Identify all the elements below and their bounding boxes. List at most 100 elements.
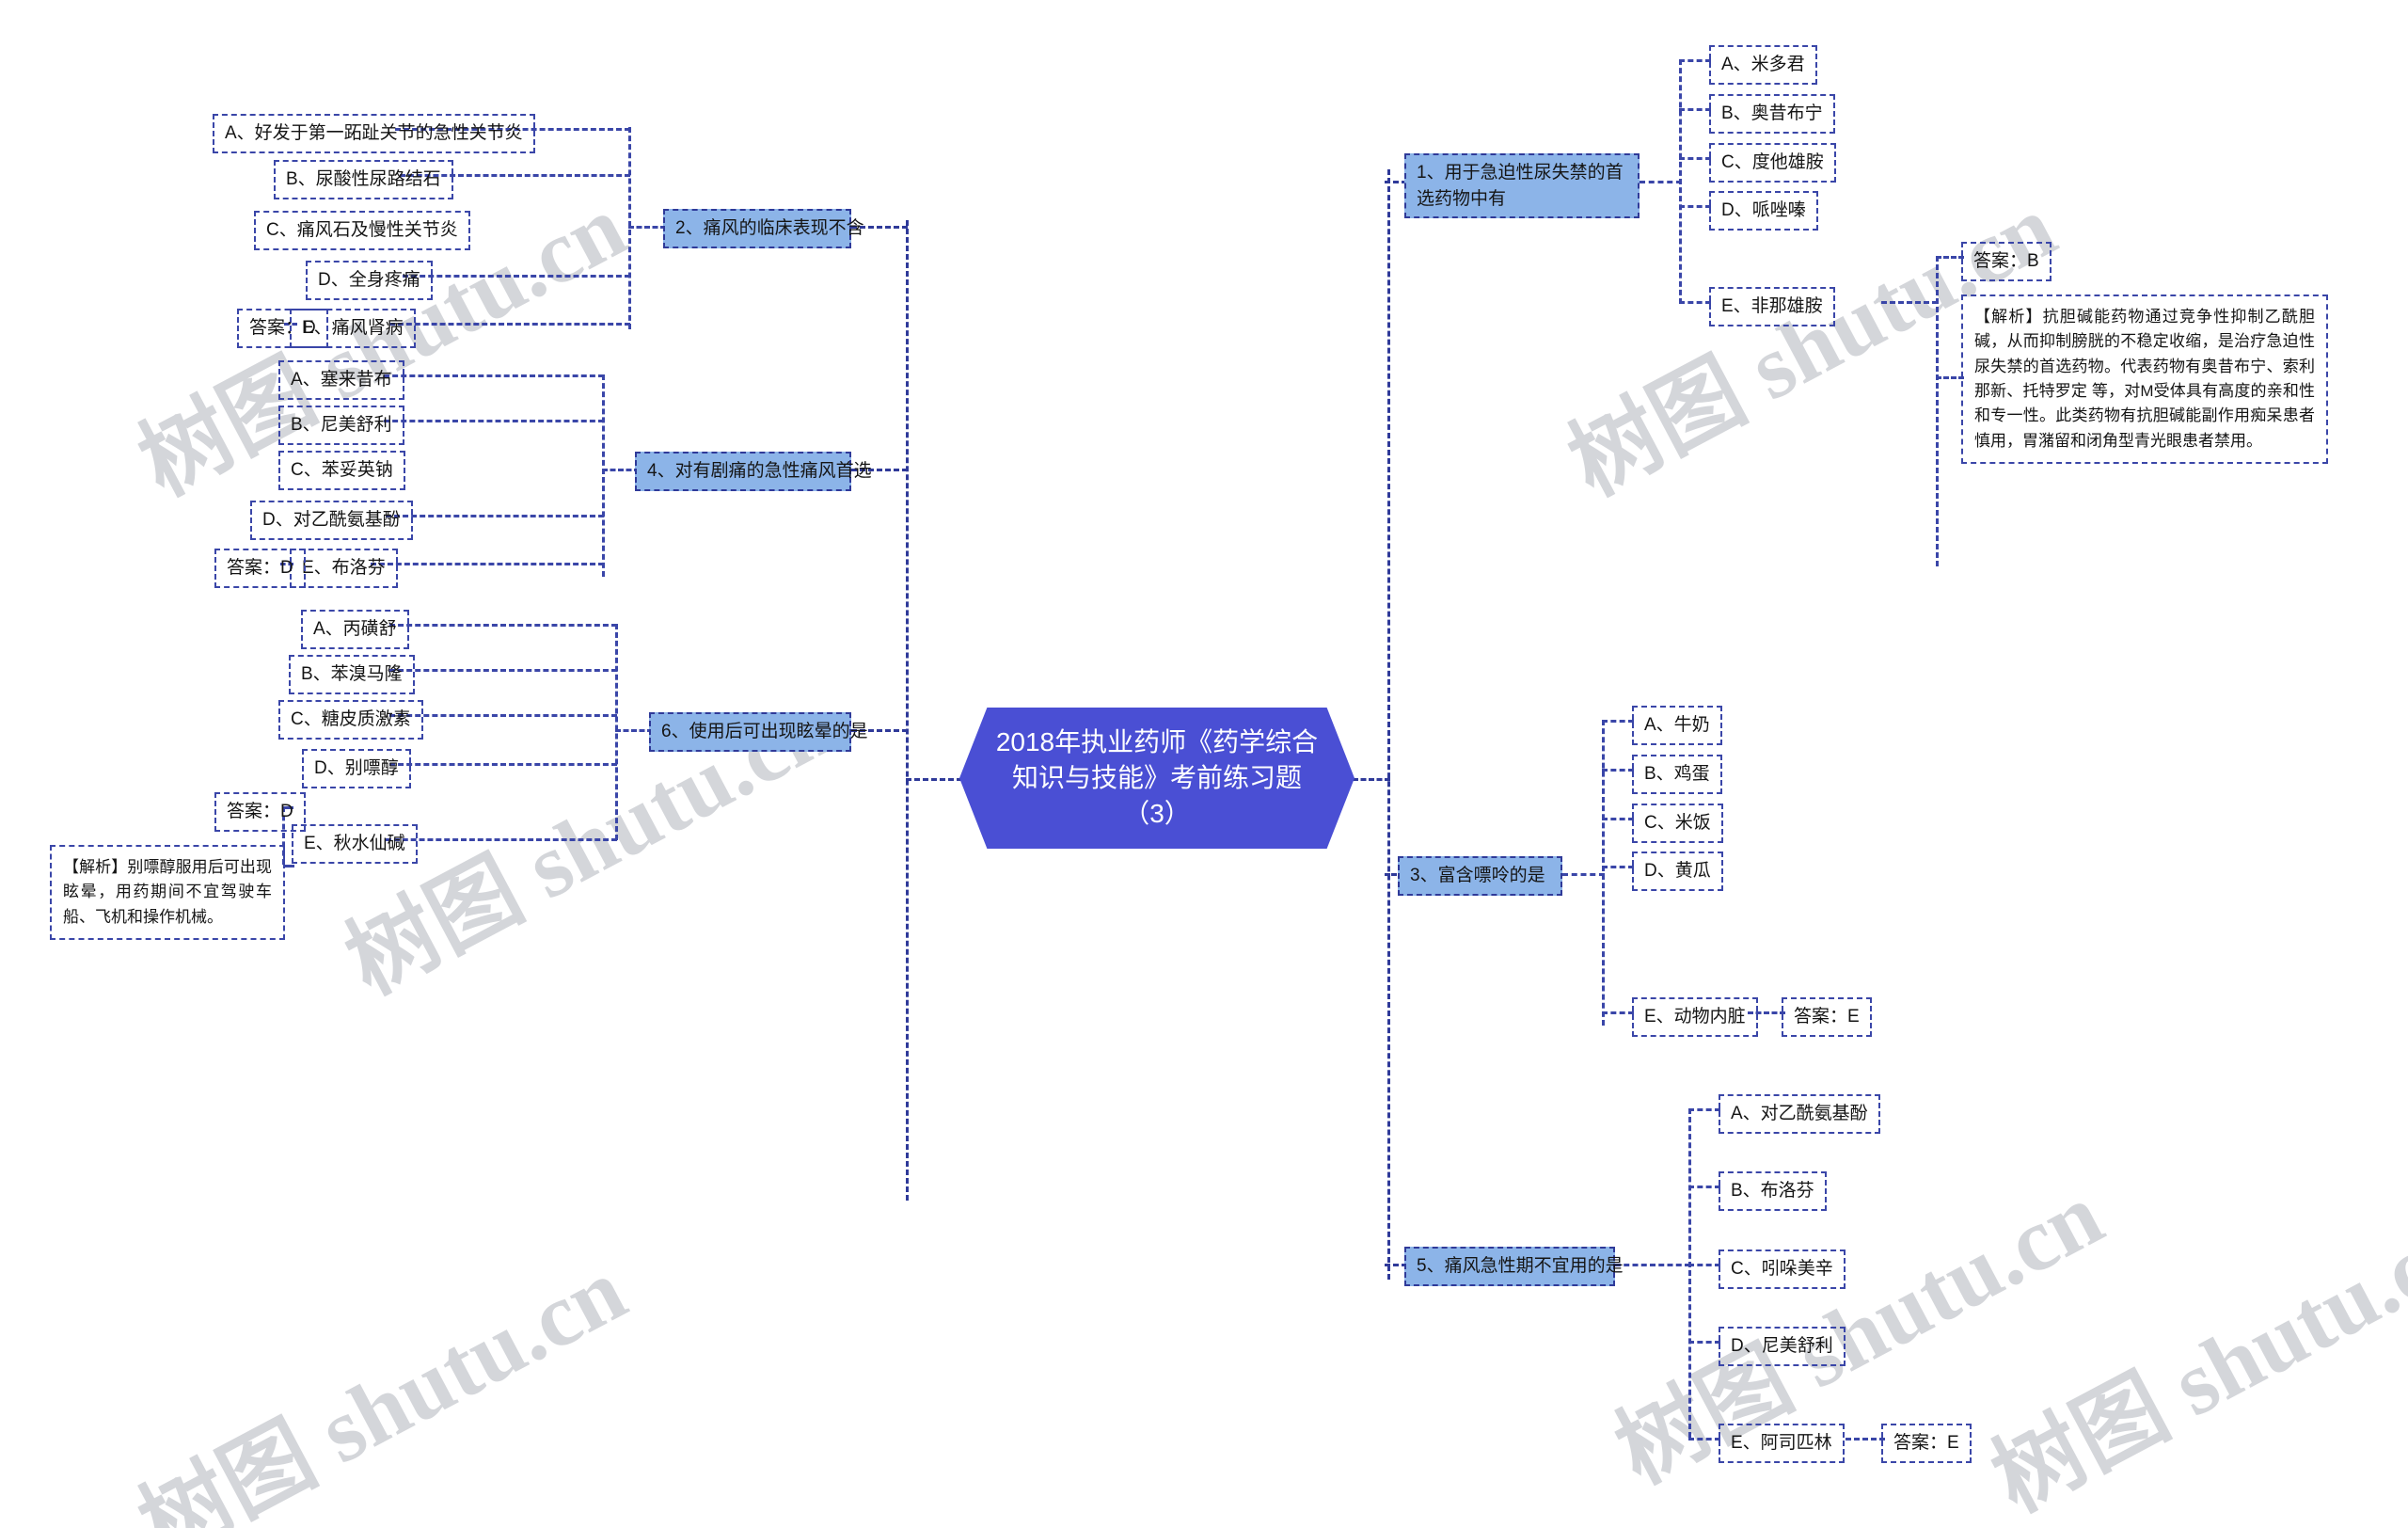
option-node-q4-e[interactable]: E、布洛芬	[290, 549, 398, 588]
option-node-q5-e[interactable]: E、阿司匹林	[1719, 1424, 1845, 1463]
option-node-q4-d[interactable]: D、对乙酰氨基酚	[250, 501, 413, 540]
mindmap-canvas: 树图 shutu.cn 树图 shutu.cn 树图 shutu.cn 树图 s…	[0, 0, 2408, 1528]
explanation-node-q1[interactable]: 【解析】抗胆碱能药物通过竞争性抑制乙酰胆碱，从而抑制膀胱的不稳定收缩，是治疗急迫…	[1961, 294, 2328, 465]
option-node-q3-d[interactable]: D、黄瓜	[1632, 852, 1723, 891]
connector-explanation-q1	[1936, 376, 1964, 379]
option-label: B、苯溴马隆	[301, 664, 403, 684]
option-node-q5-b[interactable]: B、布洛芬	[1719, 1171, 1827, 1211]
option-node-q6-b[interactable]: B、苯溴马隆	[289, 655, 415, 694]
central-topic[interactable]: 2018年执业药师《药学综合知识与技能》考前练习题（3）	[959, 708, 1354, 849]
option-label: D、尼美舒利	[1731, 1336, 1833, 1356]
option-label: D、黄瓜	[1644, 861, 1711, 881]
option-label: C、苯妥英钠	[291, 460, 393, 480]
explanation-text: 【解析】抗胆碱能药物通过竞争性抑制乙酰胆碱，从而抑制膀胱的不稳定收缩，是治疗急迫…	[1974, 308, 2315, 450]
option-label: A、丙磺舒	[313, 619, 397, 639]
question-node-q5[interactable]: 5、痛风急性期不宜用的是	[1404, 1247, 1624, 1286]
question-label-q4: 4、对有剧痛的急性痛风首选	[647, 461, 872, 481]
connector-opt	[389, 669, 617, 672]
option-node-q1-b[interactable]: B、奥昔布宁	[1709, 94, 1835, 134]
connector-opt	[389, 323, 630, 326]
connector-opt	[1679, 301, 1711, 304]
question-node-q3[interactable]: 3、富含嘌呤的是	[1398, 856, 1562, 896]
option-label: A、米多君	[1721, 55, 1805, 74]
option-node-q3-c[interactable]: C、米饭	[1632, 804, 1723, 843]
question-node-q2[interactable]: 2、痛风的临床表现不含	[663, 209, 864, 248]
option-label: C、度他雄胺	[1721, 152, 1824, 172]
connector-q1-answer-spine	[1881, 301, 1938, 304]
option-label: B、奥昔布宁	[1721, 103, 1823, 123]
connector-q3-optspine	[1562, 873, 1605, 876]
option-node-q2-c[interactable]: C、痛风石及慢性关节炎	[254, 211, 470, 250]
answer-node-q3[interactable]: 答案：E	[1782, 997, 1872, 1037]
connector-opt	[1679, 205, 1711, 208]
question-node-q1[interactable]: 1、用于急迫性尿失禁的首选药物中有	[1404, 153, 1640, 219]
option-node-q6-a[interactable]: A、丙磺舒	[301, 610, 409, 649]
option-node-q5-a[interactable]: A、对乙酰氨基酚	[1719, 1094, 1880, 1134]
option-label: A、好发于第一跖趾关节的急性关节炎	[225, 123, 523, 143]
answer-label: 答案：D	[227, 802, 293, 821]
option-node-q4-c[interactable]: C、苯妥英钠	[278, 451, 405, 490]
option-node-q4-a[interactable]: A、塞来昔布	[278, 360, 404, 400]
option-node-q1-c[interactable]: C、度他雄胺	[1709, 143, 1836, 183]
option-label: C、痛风石及慢性关节炎	[266, 220, 458, 240]
option-node-q4-b[interactable]: B、尼美舒利	[278, 406, 404, 445]
connector-opt	[386, 838, 617, 841]
central-right-stub	[1353, 778, 1390, 781]
answer-label: 答案：E	[1794, 1007, 1860, 1027]
watermark: 树图 shutu.cn	[1600, 1163, 2118, 1503]
option-node-q1-d[interactable]: D、哌唑嗪	[1709, 191, 1818, 231]
central-left-stub	[906, 778, 962, 781]
connector-q5-optspine	[1615, 1264, 1690, 1266]
explanation-text: 【解析】别嘌醇服用后可出现眩晕，用药期间不宜驾驶车船、飞机和操作机械。	[63, 858, 272, 926]
connector-q2-optspine	[628, 226, 666, 229]
question-label-q5: 5、痛风急性期不宜用的是	[1417, 1256, 1624, 1276]
option-spine-q4	[602, 374, 605, 577]
option-label: B、尿酸性尿路结石	[286, 169, 441, 189]
connector-opt	[1679, 108, 1711, 111]
connector-opt	[1688, 1341, 1720, 1344]
option-node-q3-a[interactable]: A、牛奶	[1632, 706, 1722, 745]
option-node-q2-b[interactable]: B、尿酸性尿路结石	[274, 160, 453, 199]
option-node-q1-e[interactable]: E、非那雄胺	[1709, 287, 1835, 326]
connector-answer-q5	[1846, 1438, 1885, 1440]
option-label: B、布洛芬	[1731, 1181, 1814, 1201]
option-node-q6-e[interactable]: E、秋水仙碱	[292, 824, 418, 864]
option-node-q1-a[interactable]: A、米多君	[1709, 45, 1817, 85]
connector-opt	[1679, 157, 1711, 160]
connector-opt	[1688, 1108, 1720, 1111]
question-node-q4[interactable]: 4、对有剧痛的急性痛风首选	[635, 452, 872, 491]
option-label: C、糖皮质激素	[291, 709, 411, 729]
answer-node-q1[interactable]: 答案：B	[1961, 242, 2052, 281]
connector-opt	[389, 763, 617, 766]
option-label: A、塞来昔布	[291, 370, 392, 390]
option-node-q3-e[interactable]: E、动物内脏	[1632, 997, 1758, 1037]
answer-node-q5[interactable]: 答案：E	[1881, 1424, 1972, 1463]
answer-node-q4[interactable]: 答案：D	[214, 549, 306, 588]
explanation-node-q6[interactable]: 【解析】别嘌醇服用后可出现眩晕，用药期间不宜驾驶车船、飞机和操作机械。	[50, 845, 285, 941]
connector-q6-optspine	[615, 729, 653, 732]
connector-opt	[389, 624, 617, 627]
connector-opt	[403, 275, 630, 278]
option-node-q2-a[interactable]: A、好发于第一跖趾关节的急性关节炎	[213, 114, 535, 153]
option-node-q6-c[interactable]: C、糖皮质激素	[278, 700, 423, 740]
option-label: E、阿司匹林	[1731, 1433, 1832, 1453]
option-node-q5-d[interactable]: D、尼美舒利	[1719, 1327, 1846, 1366]
option-label: E、秋水仙碱	[304, 834, 405, 853]
option-label: E、布洛芬	[302, 558, 386, 578]
answer-node-q2[interactable]: 答案：D	[237, 309, 328, 348]
option-node-q6-d[interactable]: D、别嘌醇	[302, 749, 411, 788]
option-label: D、全身疼痛	[318, 270, 420, 290]
question-node-q6[interactable]: 6、使用后可出现眩晕的是	[649, 712, 868, 752]
connector-opt	[1602, 720, 1634, 723]
connector-opt	[1602, 818, 1634, 820]
question-label-q1: 1、用于急迫性尿失禁的首选药物中有	[1417, 163, 1624, 209]
option-node-q5-c[interactable]: C、吲哚美辛	[1719, 1249, 1846, 1289]
option-node-q3-b[interactable]: B、鸡蛋	[1632, 755, 1722, 794]
connector-opt	[371, 563, 604, 565]
connector-opt	[1688, 1264, 1720, 1266]
question-label-q3: 3、富含嘌呤的是	[1410, 866, 1545, 885]
connector-opt	[1602, 769, 1634, 772]
answer-node-q6[interactable]: 答案：D	[214, 792, 306, 832]
option-node-q2-d[interactable]: D、全身疼痛	[306, 261, 433, 300]
watermark: 树图 shutu.cn	[123, 1238, 642, 1528]
